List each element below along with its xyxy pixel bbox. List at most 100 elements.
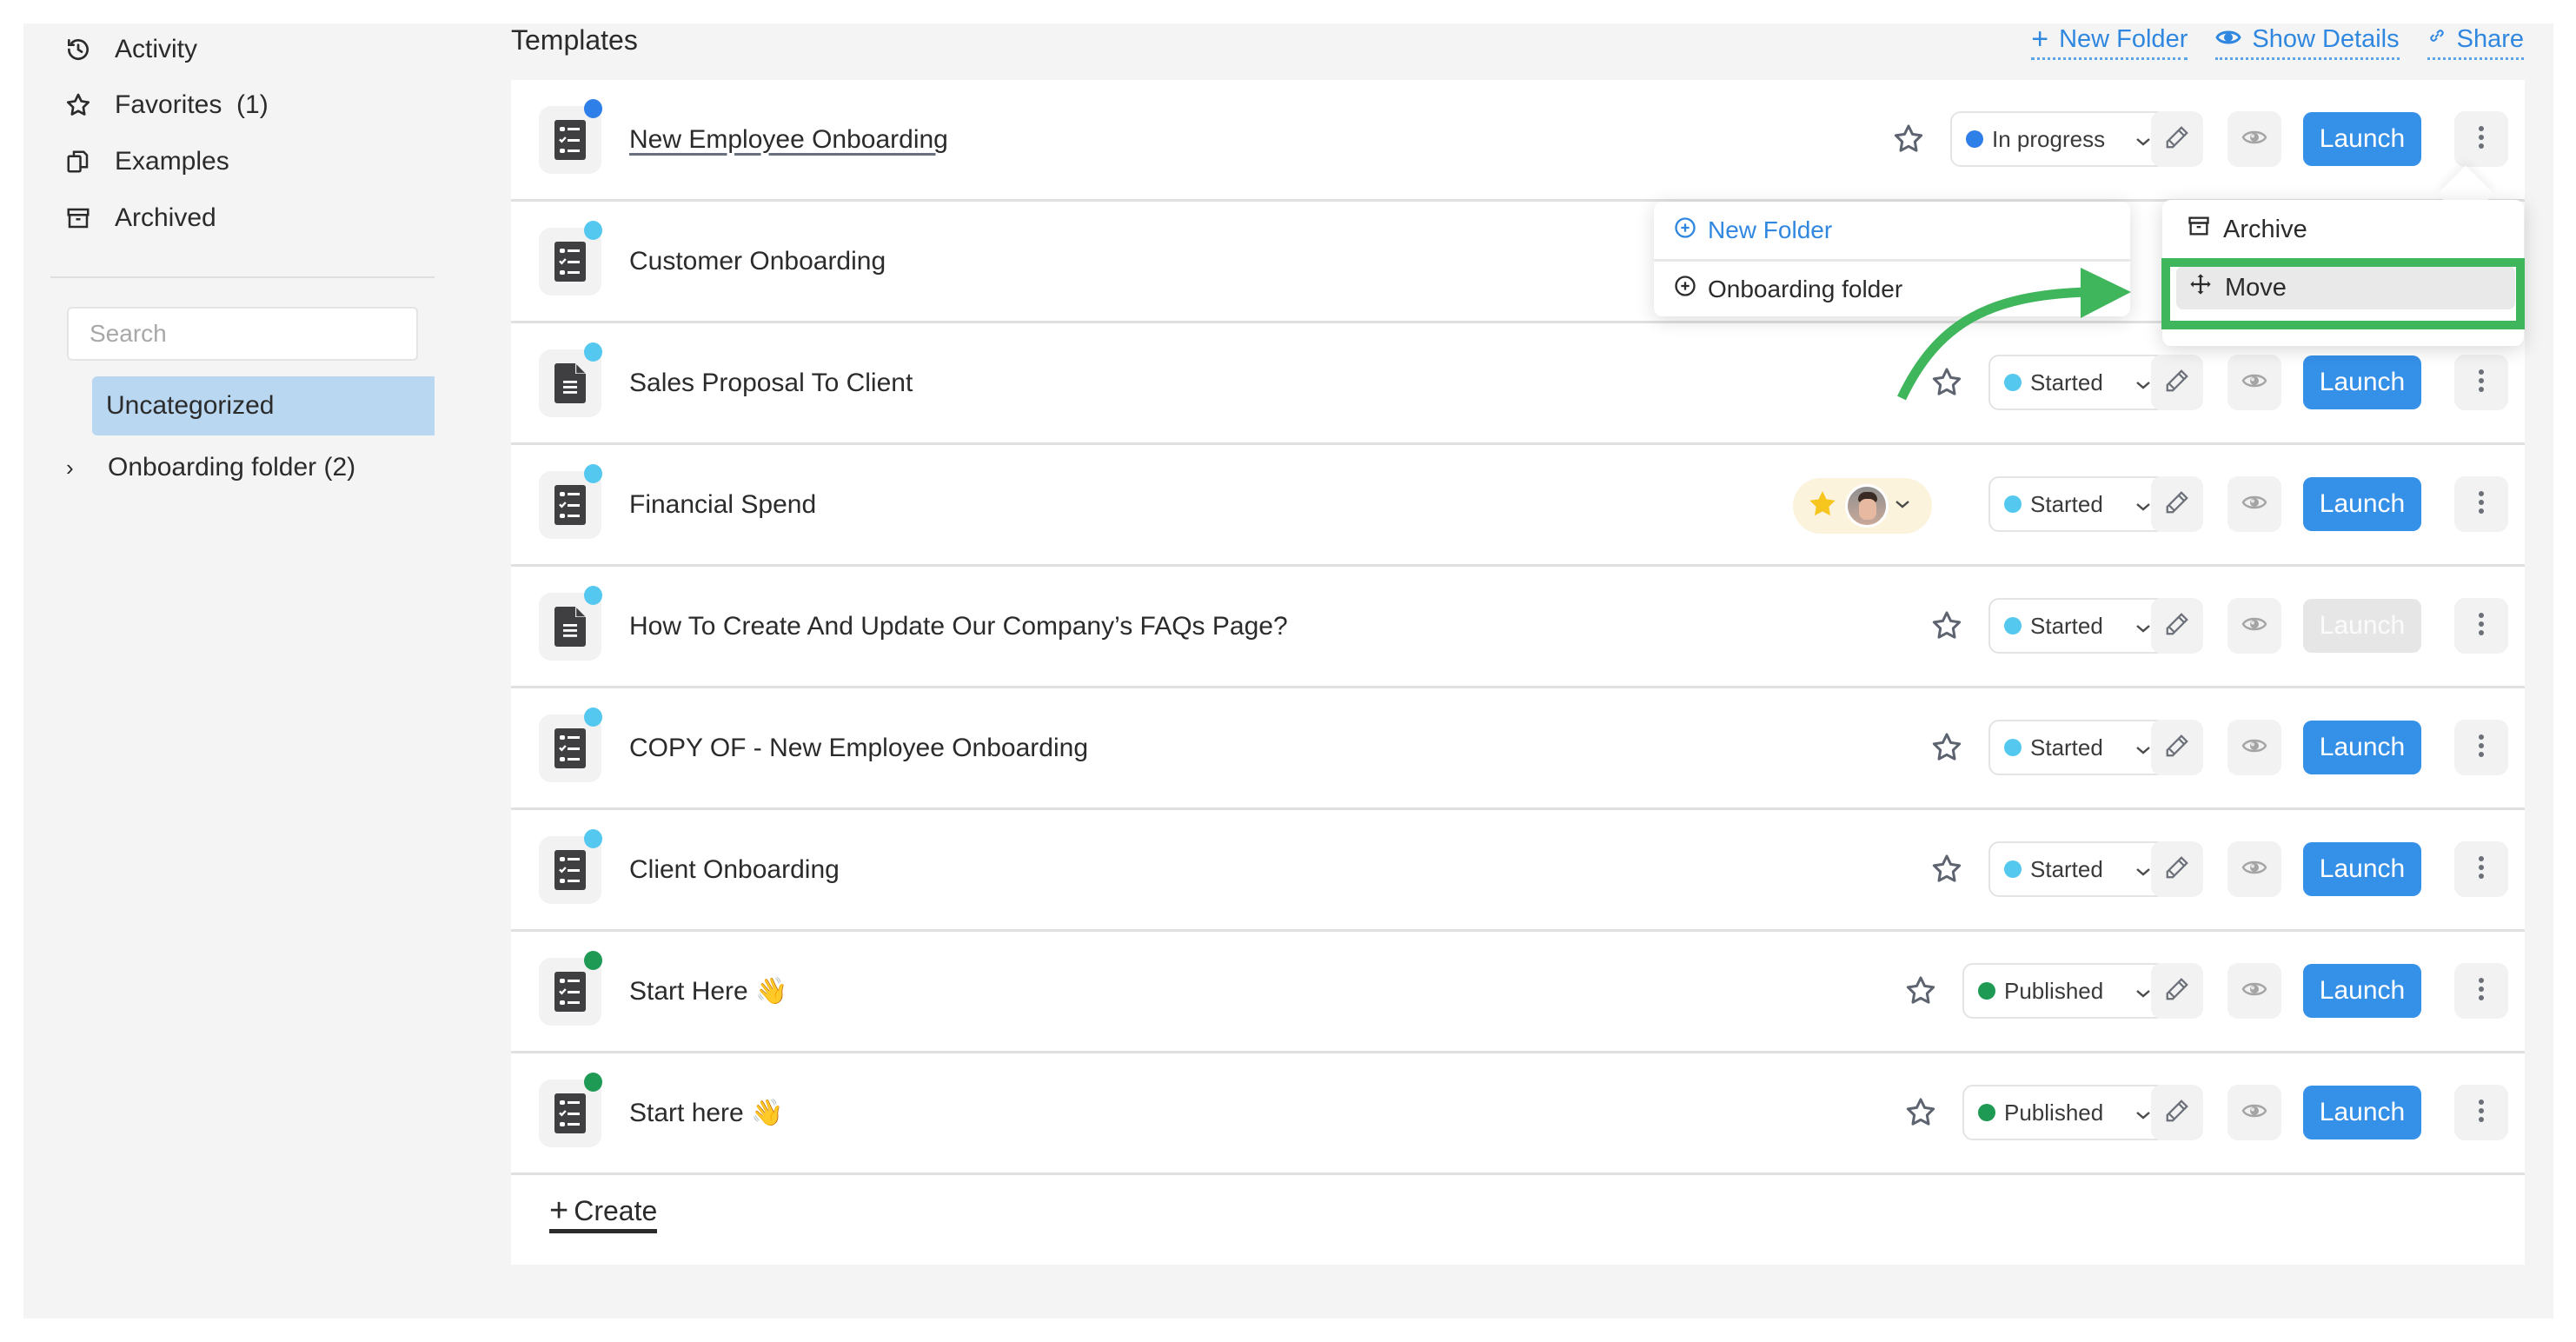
chevron-down-icon <box>2117 1100 2152 1126</box>
template-name[interactable]: Financial Spend <box>629 490 816 520</box>
chevron-down-icon <box>2117 613 2152 640</box>
create-button[interactable]: + Create <box>549 1194 658 1233</box>
template-name[interactable]: Customer Onboarding <box>629 247 886 276</box>
more-options-button[interactable] <box>2454 963 2508 1019</box>
eye-icon <box>2241 980 2267 1003</box>
folder-label: Onboarding folder (2) <box>108 453 356 482</box>
template-name[interactable]: How To Create And Update Our Company’s F… <box>629 612 1288 641</box>
plus-circle-icon <box>1673 274 1697 304</box>
favorite-star-icon[interactable] <box>1902 1093 1940 1132</box>
folder-onboarding[interactable]: › Onboarding folder (2) <box>66 447 355 488</box>
template-row[interactable]: Client Onboarding Started Launch <box>511 810 2525 932</box>
launch-button[interactable]: Launch <box>2303 355 2421 409</box>
template-row[interactable]: How To Create And Update Our Company’s F… <box>511 567 2525 688</box>
favorite-star-icon[interactable] <box>1902 972 1940 1010</box>
sidebar-item-examples[interactable]: Examples <box>63 140 229 183</box>
launch-button[interactable]: Launch <box>2303 599 2421 653</box>
folder-uncategorized[interactable]: Uncategorized <box>92 376 435 435</box>
template-row[interactable]: Financial Spend Started Launch <box>511 445 2525 567</box>
pencil-icon <box>2164 124 2190 155</box>
launch-button[interactable]: Launch <box>2303 964 2421 1018</box>
launch-button[interactable]: Launch <box>2303 721 2421 774</box>
status-dropdown[interactable]: Started <box>1988 720 2168 775</box>
status-dot <box>1966 130 1983 148</box>
launch-button[interactable]: Launch <box>2303 1086 2421 1139</box>
more-options-button[interactable] <box>2454 598 2508 654</box>
status-dropdown[interactable]: Published <box>1962 963 2168 1019</box>
status-dropdown[interactable]: Started <box>1988 841 2168 897</box>
preview-button[interactable] <box>2227 963 2281 1019</box>
share-link[interactable]: Share <box>2427 24 2524 60</box>
show-details-link[interactable]: Show Details <box>2215 24 2400 60</box>
preview-button[interactable] <box>2227 841 2281 897</box>
edit-button[interactable] <box>2151 598 2203 654</box>
submenu-item-new-folder[interactable]: New Folder <box>1654 202 2130 259</box>
status-dropdown[interactable]: In progress <box>1950 111 2168 167</box>
page-title: Templates <box>511 24 638 56</box>
chevron-down-icon <box>1894 498 1911 514</box>
launch-button[interactable]: Launch <box>2303 112 2421 166</box>
more-options-button[interactable] <box>2454 720 2508 775</box>
more-vertical-icon <box>2478 125 2485 154</box>
template-row[interactable]: COPY OF - New Employee Onboarding Started… <box>511 688 2525 810</box>
template-name[interactable]: Client Onboarding <box>629 855 840 885</box>
launch-button[interactable]: Launch <box>2303 842 2421 896</box>
favorite-star-icon[interactable] <box>1928 607 1966 645</box>
plus-circle-icon <box>1673 216 1697 246</box>
edit-button[interactable] <box>2151 111 2203 167</box>
header-actions: + New Folder Show Details Share <box>2031 24 2524 60</box>
preview-button[interactable] <box>2227 720 2281 775</box>
edit-button[interactable] <box>2151 355 2203 410</box>
folder-search-input[interactable] <box>67 307 418 361</box>
more-options-button[interactable] <box>2454 355 2508 410</box>
status-dropdown[interactable]: Started <box>1988 598 2168 654</box>
more-options-button[interactable] <box>2454 841 2508 897</box>
favorites-toggle[interactable] <box>1793 478 1932 534</box>
favorite-star-icon[interactable] <box>1928 850 1966 888</box>
star-icon <box>63 90 94 121</box>
status-dropdown[interactable]: Started <box>1988 476 2168 532</box>
template-row[interactable]: Start here 👋 Published Launch <box>511 1053 2525 1175</box>
sidebar-item-archived[interactable]: Archived <box>63 196 216 240</box>
eye-icon <box>2241 128 2267 151</box>
template-row[interactable]: New Employee Onboarding In progress Launch <box>511 80 2525 202</box>
new-folder-link[interactable]: + New Folder <box>2031 24 2188 60</box>
copy-icon <box>63 146 94 177</box>
preview-button[interactable] <box>2227 1085 2281 1140</box>
archive-icon <box>2187 214 2211 245</box>
menu-item-archive[interactable]: Archive <box>2187 214 2307 245</box>
template-row[interactable]: Start Here 👋 Published Launch <box>511 932 2525 1053</box>
favorite-star-icon[interactable] <box>1928 728 1966 767</box>
submenu-label: New Folder <box>1708 216 1833 243</box>
favorite-star-icon[interactable] <box>1889 120 1928 158</box>
eye-icon <box>2241 736 2267 760</box>
template-name[interactable]: Start Here 👋 <box>629 976 787 1006</box>
archive-icon <box>63 203 94 234</box>
sidebar-item-activity[interactable]: Activity <box>63 28 197 71</box>
launch-button[interactable]: Launch <box>2303 477 2421 531</box>
sidebar-item-favorites[interactable]: Favorites (1) <box>63 83 269 127</box>
preview-button[interactable] <box>2227 355 2281 410</box>
template-name[interactable]: COPY OF - New Employee Onboarding <box>629 734 1088 763</box>
more-options-button[interactable] <box>2454 1085 2508 1140</box>
preview-button[interactable] <box>2227 111 2281 167</box>
template-name[interactable]: New Employee Onboarding <box>629 125 948 155</box>
more-vertical-icon <box>2478 1099 2485 1127</box>
template-name[interactable]: Sales Proposal To Client <box>629 369 913 398</box>
eye-icon <box>2241 371 2267 395</box>
preview-button[interactable] <box>2227 476 2281 532</box>
pencil-icon <box>2164 611 2190 641</box>
chevron-right-icon[interactable]: › <box>66 455 92 482</box>
more-options-button[interactable] <box>2454 476 2508 532</box>
edit-button[interactable] <box>2151 841 2203 897</box>
edit-button[interactable] <box>2151 963 2203 1019</box>
status-dropdown[interactable]: Published <box>1962 1085 2168 1140</box>
edit-button[interactable] <box>2151 476 2203 532</box>
status-dot <box>1978 982 1995 1000</box>
more-options-button[interactable] <box>2454 111 2508 167</box>
preview-button[interactable] <box>2227 598 2281 654</box>
edit-button[interactable] <box>2151 1085 2203 1140</box>
template-name[interactable]: Start here 👋 <box>629 1098 783 1128</box>
status-dot <box>2004 617 2022 634</box>
edit-button[interactable] <box>2151 720 2203 775</box>
